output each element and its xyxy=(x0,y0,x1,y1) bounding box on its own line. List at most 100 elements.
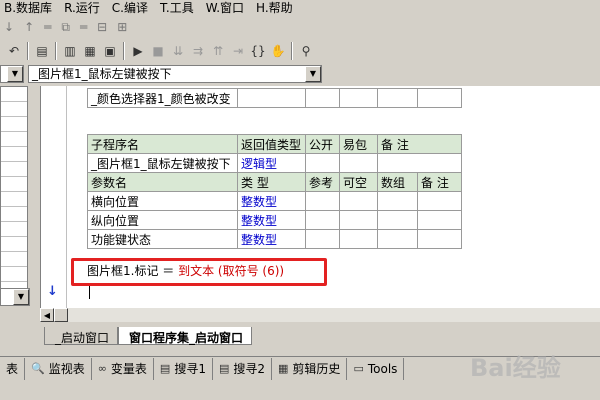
table-row[interactable]: 纵向位置 整数型 xyxy=(87,210,462,230)
menu-bar: B.数据库 R.运行 C.编译 T.工具 W.窗口 H.帮助 xyxy=(0,0,600,16)
tab-clip-history[interactable]: ▦ 剪辑历史 xyxy=(272,357,348,380)
tb-copy[interactable]: ⧉ xyxy=(61,20,70,35)
search-list-icon: ▤ xyxy=(218,362,230,375)
table-row[interactable]: 横向位置 整数型 xyxy=(87,191,462,211)
stop-icon[interactable]: ■ xyxy=(148,42,168,61)
undo-icon[interactable]: ↶ xyxy=(4,42,24,61)
list-item[interactable] xyxy=(1,222,27,237)
list-item[interactable] xyxy=(1,87,27,102)
list-item[interactable] xyxy=(1,192,27,207)
layout-1-icon[interactable]: ▥ xyxy=(60,42,80,61)
layout-2-icon[interactable]: ▦ xyxy=(80,42,100,61)
tab-tools[interactable]: ▭ Tools xyxy=(347,357,405,380)
param-type-cell[interactable]: 整数型 xyxy=(237,229,306,249)
code-editor[interactable]: ↓ _颜色选择器1_颜色被改变 子程序名 返回值类型 公开 易包 备 注 _图片… xyxy=(40,86,600,308)
menu-database[interactable]: B.数据库 xyxy=(0,1,60,15)
param-header-ref: 参考 xyxy=(305,172,340,192)
param-header-type: 类 型 xyxy=(237,172,306,192)
step-over-icon[interactable]: ⇉ xyxy=(188,42,208,61)
chevron-down-icon[interactable]: ▼ xyxy=(7,66,23,82)
layout-3-icon[interactable]: ▣ xyxy=(100,42,120,61)
param-name-cell[interactable]: 纵向位置 xyxy=(87,210,238,230)
param-header-note: 备 注 xyxy=(417,172,462,192)
sub-package-cell[interactable] xyxy=(339,153,378,173)
property-list[interactable] xyxy=(0,86,28,296)
list-item[interactable] xyxy=(1,132,27,147)
status-bar xyxy=(0,380,600,400)
text-caret xyxy=(89,286,90,299)
sub-public-cell[interactable] xyxy=(305,153,340,173)
tb-move-up[interactable]: ↑ xyxy=(24,20,34,34)
menu-help[interactable]: H.帮助 xyxy=(252,1,301,15)
sub-name-cell[interactable]: _图片框1_鼠标左键被按下 xyxy=(87,153,238,173)
param-name-cell[interactable]: 功能键状态 xyxy=(87,229,238,249)
breakpoint-icon[interactable]: {} xyxy=(248,42,268,61)
document-tabs: _启动窗口 窗口程序集_启动窗口 xyxy=(0,324,600,346)
menu-window[interactable]: W.窗口 xyxy=(202,1,252,15)
horizontal-scrollbar[interactable]: ◀ xyxy=(40,308,600,322)
tb-align[interactable]: ═ xyxy=(44,20,51,34)
hand-icon[interactable]: ✋ xyxy=(268,42,288,61)
step-into-icon[interactable]: ⇊ xyxy=(168,42,188,61)
table-row[interactable]: 功能键状态 整数型 xyxy=(87,229,462,249)
sub-header-name: 子程序名 xyxy=(87,134,238,154)
list-item[interactable] xyxy=(1,147,27,162)
combo-row: ▼ _图片框1_鼠标左键被按下 ▼ xyxy=(0,64,600,84)
sub-header-package: 易包 xyxy=(339,134,378,154)
menu-run[interactable]: R.运行 xyxy=(60,1,108,15)
list-item[interactable] xyxy=(1,207,27,222)
tab-search1[interactable]: ▤ 搜寻1 xyxy=(154,357,213,380)
tab-watch[interactable]: 🔍 监视表 xyxy=(25,357,92,380)
tab-variables[interactable]: ∞ 变量表 xyxy=(92,357,154,380)
left-combo[interactable]: ▼ xyxy=(0,288,30,306)
find-icon[interactable]: ▤ xyxy=(32,42,52,61)
clipboard-icon: ▦ xyxy=(278,362,289,375)
watermark: Bai经验 xyxy=(470,354,561,382)
tab-table[interactable]: 表 xyxy=(0,357,26,380)
scroll-thumb[interactable] xyxy=(54,308,68,322)
run-icon[interactable]: ▶ xyxy=(128,42,148,61)
menu-compile[interactable]: C.编译 xyxy=(108,1,156,15)
editor-gutter: ↓ xyxy=(41,86,67,308)
list-item[interactable] xyxy=(1,117,27,132)
sub-return-cell[interactable]: 逻辑型 xyxy=(237,153,306,173)
scroll-left-icon[interactable]: ◀ xyxy=(40,308,54,322)
param-name-cell[interactable]: 横向位置 xyxy=(87,191,238,211)
tb-align2[interactable]: ═ xyxy=(80,20,87,34)
event-combo-value: _图片框1_鼠标左键被按下 xyxy=(32,67,172,81)
window-icon: ▭ xyxy=(353,362,364,375)
list-item[interactable] xyxy=(1,162,27,177)
run-to-cursor-icon[interactable]: ⇥ xyxy=(228,42,248,61)
list-item[interactable] xyxy=(1,252,27,267)
menu-tools[interactable]: T.工具 xyxy=(156,1,202,15)
chevron-down-icon[interactable]: ▼ xyxy=(13,289,29,305)
glasses-icon: ∞ xyxy=(97,362,107,375)
toolbar-separator xyxy=(27,42,29,60)
param-header-array: 数组 xyxy=(377,172,418,192)
subroutine-table: 子程序名 返回值类型 公开 易包 备 注 _图片框1_鼠标左键被按下 逻辑型 参… xyxy=(87,134,462,249)
search-list-icon: ▤ xyxy=(159,362,171,375)
list-item[interactable] xyxy=(1,237,27,252)
left-panel: ▼ xyxy=(0,86,36,312)
event-name-cell[interactable]: _颜色选择器1_颜色被改变 xyxy=(87,88,238,108)
tab-startup-window[interactable]: _启动窗口 xyxy=(44,327,119,345)
sub-header-return: 返回值类型 xyxy=(237,134,306,154)
param-type-cell[interactable]: 整数型 xyxy=(237,191,306,211)
list-item[interactable] xyxy=(1,102,27,117)
binoculars-icon[interactable]: ⚲ xyxy=(296,42,316,61)
tb-move-down[interactable]: ↓ xyxy=(4,20,14,34)
current-line-arrow-icon: ↓ xyxy=(47,284,58,299)
tb-expand[interactable]: ⊞ xyxy=(117,20,127,34)
event-table: _颜色选择器1_颜色被改变 xyxy=(87,88,462,108)
list-item[interactable] xyxy=(1,267,27,282)
chevron-down-icon[interactable]: ▼ xyxy=(305,66,321,82)
event-combo[interactable]: _图片框1_鼠标左键被按下 ▼ xyxy=(28,65,322,83)
step-out-icon[interactable]: ⇈ xyxy=(208,42,228,61)
object-combo[interactable]: ▼ xyxy=(0,65,24,83)
tab-window-assembly[interactable]: 窗口程序集_启动窗口 xyxy=(118,327,253,345)
tab-search2[interactable]: ▤ 搜寻2 xyxy=(213,357,273,380)
tb-collapse[interactable]: ⊟ xyxy=(97,20,107,34)
param-type-cell[interactable]: 整数型 xyxy=(237,210,306,230)
list-item[interactable] xyxy=(1,177,27,192)
sub-note-cell[interactable] xyxy=(377,153,462,173)
